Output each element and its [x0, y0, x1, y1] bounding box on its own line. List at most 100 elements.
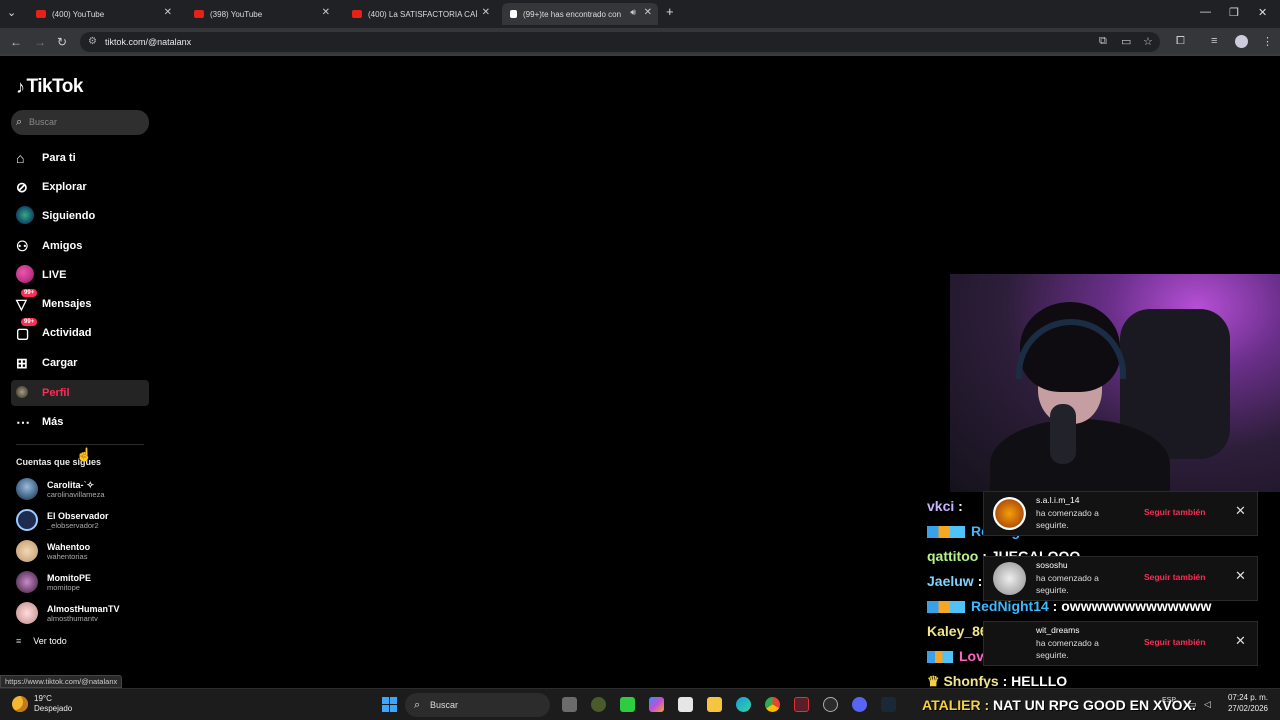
avatar — [16, 509, 38, 531]
app-icon[interactable] — [620, 697, 635, 712]
follow-notification: sososhu ha comenzado a seguirte. Seguir … — [983, 556, 1258, 601]
network-icon[interactable]: ▭ — [1188, 699, 1197, 710]
tab-search-icon[interactable]: ⌄ — [7, 6, 16, 19]
copilot-icon[interactable] — [649, 697, 664, 712]
close-icon[interactable]: ✕ — [1235, 633, 1246, 649]
follow-notification: wit_dreams ha comenzado a seguirte. Segu… — [983, 621, 1258, 666]
app-icon[interactable] — [591, 697, 606, 712]
chrome-icon[interactable] — [765, 697, 780, 712]
translate-icon[interactable]: ⧉ — [1099, 35, 1107, 48]
close-tab-icon[interactable]: ✕ — [644, 7, 652, 18]
follow-back-button[interactable]: Seguir también — [1144, 507, 1205, 517]
following-avatar — [16, 205, 34, 224]
volume-icon[interactable]: ◁ — [1204, 699, 1211, 710]
weather-widget[interactable]: 19°C Despejado — [12, 694, 72, 714]
divider — [16, 444, 144, 445]
tiktok-note-icon: ♪ — [16, 76, 25, 97]
nav-siguiendo[interactable]: Siguiendo — [11, 203, 149, 229]
follow-back-button[interactable]: Seguir también — [1144, 637, 1205, 647]
crown-icon: ♛ — [927, 673, 940, 689]
tiktok-logo[interactable]: ♪ TikTok — [16, 76, 83, 98]
maximize-icon[interactable]: ❐ — [1229, 6, 1239, 19]
media-control-icon[interactable]: ≡ — [1211, 35, 1217, 47]
compass-icon: ⊘ — [16, 178, 28, 195]
steam-icon[interactable] — [881, 697, 896, 712]
browser-tab[interactable]: (398) YouTube ✕ — [186, 3, 336, 25]
menu-kebab-icon[interactable]: ⋮ — [1262, 35, 1273, 48]
nav-live[interactable]: LIVE — [11, 262, 149, 288]
search-input[interactable]: ⌕ Buscar — [11, 110, 149, 135]
close-icon[interactable]: ✕ — [1235, 568, 1246, 584]
messages-icon: ▽ 99+ — [16, 288, 42, 313]
nav-mas[interactable]: ⋯ Más — [11, 409, 149, 435]
nav-actividad[interactable]: ▢ 99+ Actividad — [11, 317, 149, 346]
nav-amigos[interactable]: ⚇ Amigos — [11, 233, 149, 259]
avatar — [993, 627, 1026, 660]
avatar — [16, 571, 38, 593]
nav-para-ti[interactable]: ⌂ Para ti — [11, 145, 149, 171]
followed-account[interactable]: AlmostHumanTV almosthumantv — [16, 599, 146, 627]
followed-account[interactable]: Carolita-ˋ✧ carolinavillameza — [16, 475, 146, 503]
address-bar-row: ← → ↻ ⚙︎ tiktok.com/@natalanx ⧉ ▭ ☆ ⧠ ≡ … — [0, 28, 1280, 56]
followed-account[interactable]: Wahentoo wahentorias — [16, 537, 146, 565]
bookmark-star-icon[interactable]: ☆ — [1143, 35, 1153, 48]
profile-avatar-icon[interactable] — [1235, 35, 1248, 48]
language-indicator[interactable]: ESP — [1162, 697, 1176, 704]
discord-icon[interactable] — [852, 697, 867, 712]
home-icon: ⌂ — [16, 150, 25, 166]
back-icon[interactable]: ← — [10, 35, 22, 49]
task-view-icon[interactable] — [562, 697, 577, 712]
activity-icon: ▢ 99+ — [16, 317, 42, 342]
close-icon[interactable]: ✕ — [1235, 503, 1246, 519]
app-icon[interactable] — [823, 697, 838, 712]
upload-icon: ⊞ — [16, 354, 28, 371]
browser-tab-active[interactable]: (99+)te has encontrado con 🔊︎ ✕ — [502, 3, 658, 25]
nav-mensajes[interactable]: ▽ 99+ Mensajes — [11, 288, 149, 317]
close-window-icon[interactable]: ✕ — [1258, 6, 1267, 19]
new-tab-icon[interactable]: + — [666, 4, 674, 19]
chat-badges — [927, 601, 965, 614]
cast-icon[interactable]: ▭ — [1121, 35, 1131, 48]
stream-ticker: ATALIER : NAT UN RPG GOOD EN XVOX. — [922, 697, 1196, 713]
taskbar-search-input[interactable]: ⌕ Buscar — [405, 693, 550, 717]
close-tab-icon[interactable]: ✕ — [482, 7, 490, 18]
close-tab-icon[interactable]: ✕ — [164, 7, 172, 18]
nav-perfil[interactable]: Perfil — [11, 380, 149, 406]
youtube-icon — [352, 10, 362, 18]
reload-icon[interactable]: ↻ — [57, 35, 67, 49]
friends-icon: ⚇ — [16, 237, 29, 254]
avatar — [993, 497, 1026, 530]
hand-cursor-icon: ☝ — [76, 447, 93, 462]
browser-tab[interactable]: (400) La SATISFACTORIA CAÍDA ✕ — [344, 3, 496, 25]
start-button[interactable] — [382, 697, 397, 712]
followed-account[interactable]: El Observador _elobservador2 — [16, 506, 146, 534]
chat-badges — [927, 526, 965, 539]
site-info-icon[interactable]: ⚙︎ — [88, 32, 97, 52]
status-bar-url: https://www.tiktok.com/@natalanx — [0, 675, 123, 688]
list-icon: ≡ — [16, 636, 22, 646]
speaker-icon[interactable]: 🔊︎ — [630, 7, 636, 18]
followed-account[interactable]: MomitoPE momitope — [16, 568, 146, 596]
see-all-button[interactable]: ≡ Ver todo — [16, 636, 67, 646]
profile-avatar — [16, 386, 28, 398]
notification-badge: 99+ — [21, 288, 38, 297]
app-icon[interactable] — [794, 697, 809, 712]
live-avatar — [16, 264, 34, 283]
system-clock[interactable]: 07:24 p. m. 27/02/2026 — [1226, 692, 1268, 714]
minimize-icon[interactable]: — — [1200, 6, 1211, 18]
follow-back-button[interactable]: Seguir también — [1144, 572, 1205, 582]
extensions-icon[interactable]: ⧠ — [1176, 35, 1185, 48]
webcam-overlay — [950, 274, 1280, 492]
moon-icon — [12, 696, 28, 712]
browser-tab-bar: ⌄ (400) YouTube ✕ (398) YouTube ✕ (400) … — [0, 0, 1280, 28]
more-icon: ⋯ — [16, 413, 30, 430]
forward-icon[interactable]: → — [34, 35, 46, 49]
file-explorer-icon[interactable] — [707, 697, 722, 712]
browser-tab[interactable]: (400) YouTube ✕ — [28, 3, 178, 25]
edge-icon[interactable] — [736, 697, 751, 712]
nav-explorar[interactable]: ⊘ Explorar — [11, 174, 149, 200]
close-tab-icon[interactable]: ✕ — [322, 7, 330, 18]
store-icon[interactable] — [678, 697, 693, 712]
url-input[interactable]: ⚙︎ tiktok.com/@natalanx — [80, 32, 1160, 52]
nav-cargar[interactable]: ⊞ Cargar — [11, 350, 149, 376]
